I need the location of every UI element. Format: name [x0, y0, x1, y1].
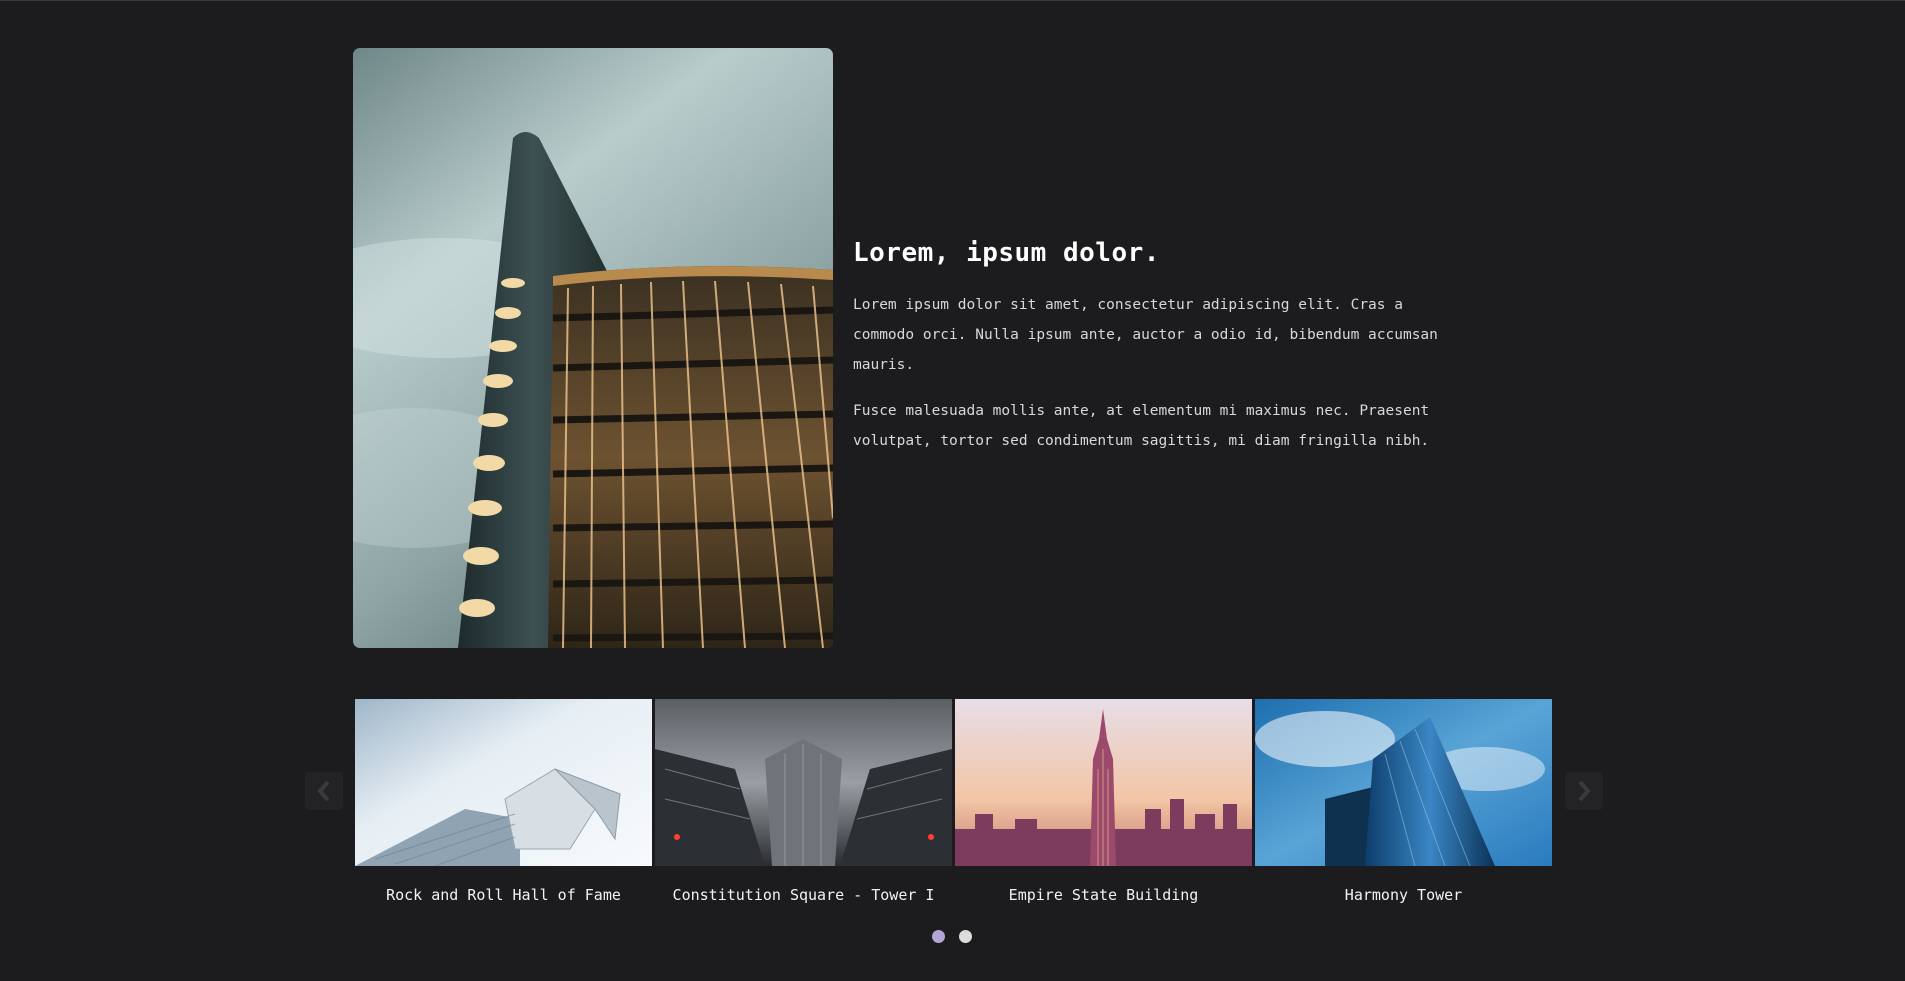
chevron-right-icon: [1578, 780, 1591, 802]
carousel-card-empire-state[interactable]: Empire State Building: [955, 699, 1252, 917]
card-image-empire-state: [955, 699, 1252, 866]
carousel-prev-button[interactable]: [305, 772, 343, 810]
pagination-dot-2[interactable]: [959, 930, 972, 943]
card-image-rock-and-roll-hall: [355, 699, 652, 866]
pagination-dot-1[interactable]: [932, 930, 945, 943]
hero-title: Lorem, ipsum dolor.: [853, 238, 1160, 268]
card-caption: Empire State Building: [1008, 886, 1199, 904]
carousel-card-harmony-tower[interactable]: Harmony Tower: [1255, 699, 1552, 917]
card-image-harmony-tower: [1255, 699, 1552, 866]
card-caption: Harmony Tower: [1344, 886, 1463, 904]
hero-paragraph-1: Lorem ipsum dolor sit amet, consectetur …: [853, 297, 1438, 373]
hero-building-image: [353, 48, 833, 648]
hero-text: Lorem, ipsum dolor. Lorem ipsum dolor si…: [853, 238, 1453, 472]
card-caption: Constitution Square - Tower I: [672, 886, 935, 904]
hero-section: Lorem, ipsum dolor. Lorem ipsum dolor si…: [353, 48, 1453, 648]
hero-paragraph-2: Fusce malesuada mollis ante, at elementu…: [853, 403, 1430, 449]
chevron-left-icon: [317, 780, 330, 802]
carousel-card-constitution-square[interactable]: Constitution Square - Tower I: [655, 699, 952, 917]
carousel-card-rock-and-roll-hall[interactable]: Rock and Roll Hall of Fame: [355, 699, 652, 917]
top-border: [0, 0, 1905, 1]
card-caption: Rock and Roll Hall of Fame: [386, 886, 621, 904]
building-carousel: Rock and Roll Hall of Fame Constitution …: [305, 699, 1603, 949]
carousel-next-button[interactable]: [1565, 772, 1603, 810]
carousel-pagination: [932, 930, 992, 944]
card-image-constitution-square: [655, 699, 952, 866]
